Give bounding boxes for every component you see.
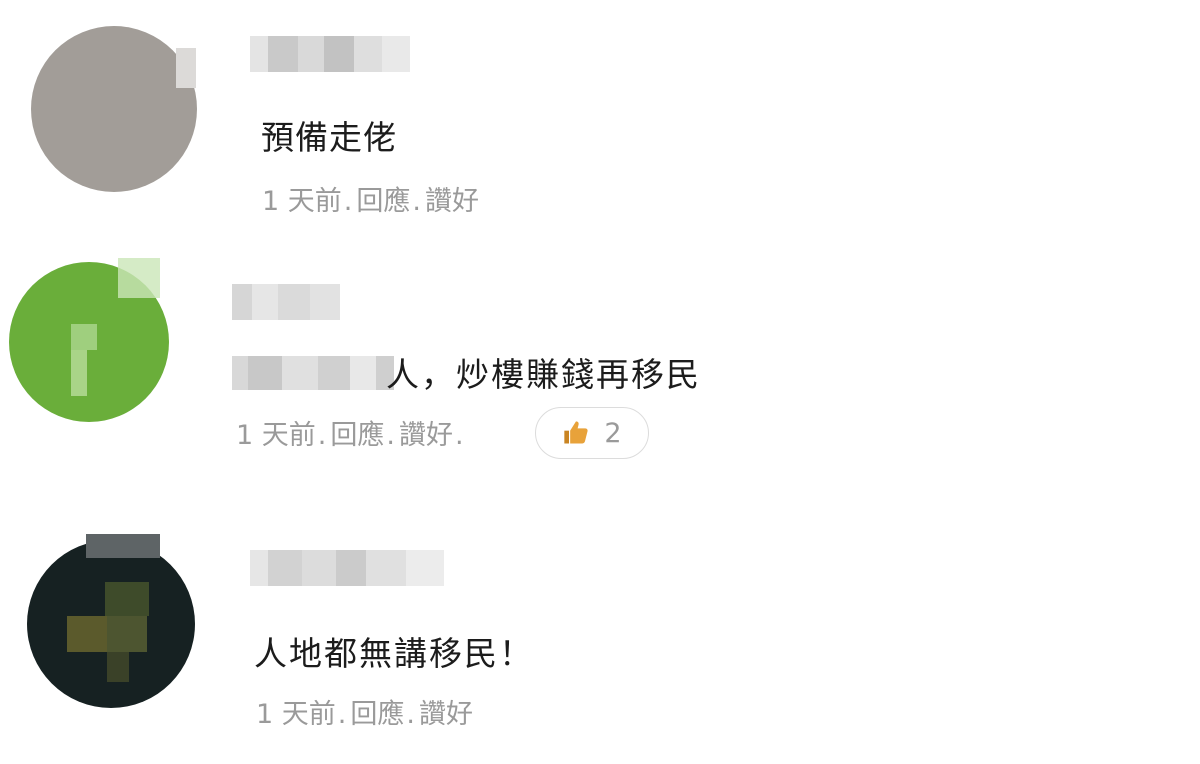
reply-link[interactable]: 回應: [350, 701, 404, 728]
separator: .: [343, 186, 353, 217]
reaction-badge[interactable]: 2: [535, 407, 649, 459]
avatar[interactable]: [27, 540, 195, 708]
timestamp: 1 天前: [236, 420, 316, 451]
separator: .: [406, 699, 415, 730]
comment-item-1: 預備走佬 1 天前 . 回應 . 讚好: [0, 0, 1200, 240]
separator: .: [412, 186, 421, 217]
like-link[interactable]: 讚好: [425, 188, 479, 215]
username-blurred[interactable]: [250, 550, 444, 586]
comment-meta: 1 天前 . 回應 . 讚好 .: [236, 422, 468, 449]
username-blurred[interactable]: [250, 36, 410, 72]
timestamp: 1 天前: [262, 186, 342, 217]
comment-text: 人地都無講移民！: [254, 634, 534, 673]
separator: .: [317, 420, 327, 451]
avatar[interactable]: [31, 26, 197, 192]
thumbs-up-icon: [562, 419, 590, 447]
like-link[interactable]: 讚好: [399, 422, 453, 449]
comment-meta: 1 天前 . 回應 . 讚好: [262, 188, 479, 215]
reply-link[interactable]: 回應: [356, 188, 410, 215]
avatar-blur-fragment: [118, 258, 160, 298]
comment-text: 預備走佬: [261, 118, 397, 157]
timestamp: 1 天前: [256, 699, 336, 730]
separator: .: [386, 420, 395, 451]
like-link[interactable]: 讚好: [419, 701, 473, 728]
avatar-blur-fragment: [86, 534, 160, 558]
username-blurred[interactable]: [232, 284, 340, 320]
comment-text: 人，炒樓賺錢再移民: [386, 355, 701, 394]
separator: .: [454, 420, 464, 451]
comment-item-2: 人，炒樓賺錢再移民 1 天前 . 回應 . 讚好 . 2: [0, 240, 1200, 510]
comment-item-3: 人地都無講移民！ 1 天前 . 回應 . 讚好: [0, 510, 1200, 764]
comment-text-blurred: [232, 356, 394, 390]
reaction-count: 2: [604, 417, 622, 449]
comment-meta: 1 天前 . 回應 . 讚好: [256, 701, 473, 728]
separator: .: [337, 699, 347, 730]
reply-link[interactable]: 回應: [330, 422, 384, 449]
avatar-blur-fragment: [176, 48, 196, 88]
